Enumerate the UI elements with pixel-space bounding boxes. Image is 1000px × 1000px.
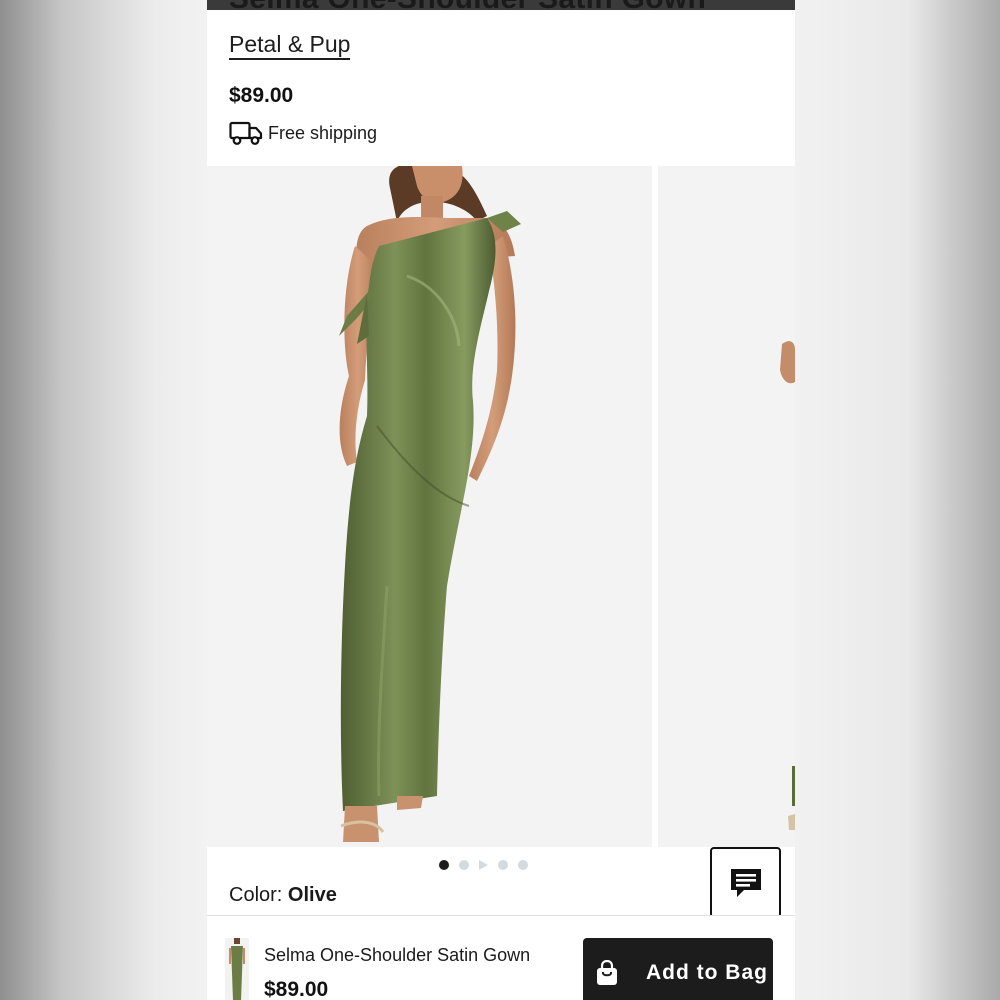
play-icon[interactable] <box>479 860 488 870</box>
pagination-dot-1[interactable] <box>439 860 449 870</box>
truck-icon <box>229 121 263 145</box>
product-title: Selma One-Shoulder Satin Gown <box>229 0 706 16</box>
pagination-dot-4[interactable] <box>498 860 508 870</box>
model-photo <box>339 166 521 842</box>
pagination-dot-5[interactable] <box>518 860 528 870</box>
bar-product-price: $89.00 <box>264 978 329 1000</box>
backdrop-right <box>795 0 1000 1000</box>
product-gallery[interactable] <box>207 166 795 847</box>
shipping-label: Free shipping <box>268 122 378 143</box>
product-price: $89.00 <box>229 84 294 107</box>
add-to-bag-button[interactable]: Add to Bag <box>583 938 773 1000</box>
shipping-info: Free shipping <box>229 119 377 147</box>
color-label: Color: <box>229 884 283 906</box>
pagination-dot-2[interactable] <box>459 860 469 870</box>
color-selector-label: Color: Olive <box>229 884 337 907</box>
model-photo-partial <box>780 341 795 830</box>
phone-screen: Selma One-Shoulder Satin Gown Petal & Pu… <box>207 0 795 1000</box>
color-value: Olive <box>287 884 337 906</box>
brand-link[interactable]: Petal & Pup <box>229 31 351 60</box>
chat-icon <box>730 868 761 897</box>
bar-product-name: Selma One-Shoulder Satin Gown <box>264 945 531 965</box>
chat-button[interactable] <box>710 847 781 918</box>
sticky-purchase-bar: Selma One-Shoulder Satin Gown $89.00 Add… <box>207 915 795 1000</box>
gallery-image-next[interactable] <box>658 166 795 847</box>
add-to-bag-label: Add to Bag <box>646 961 768 984</box>
gallery-pagination[interactable] <box>439 860 528 870</box>
shopping-bag-icon <box>597 960 617 985</box>
backdrop-left <box>0 0 207 1000</box>
product-thumbnail <box>225 938 249 1000</box>
gallery-image-main[interactable] <box>207 166 652 847</box>
